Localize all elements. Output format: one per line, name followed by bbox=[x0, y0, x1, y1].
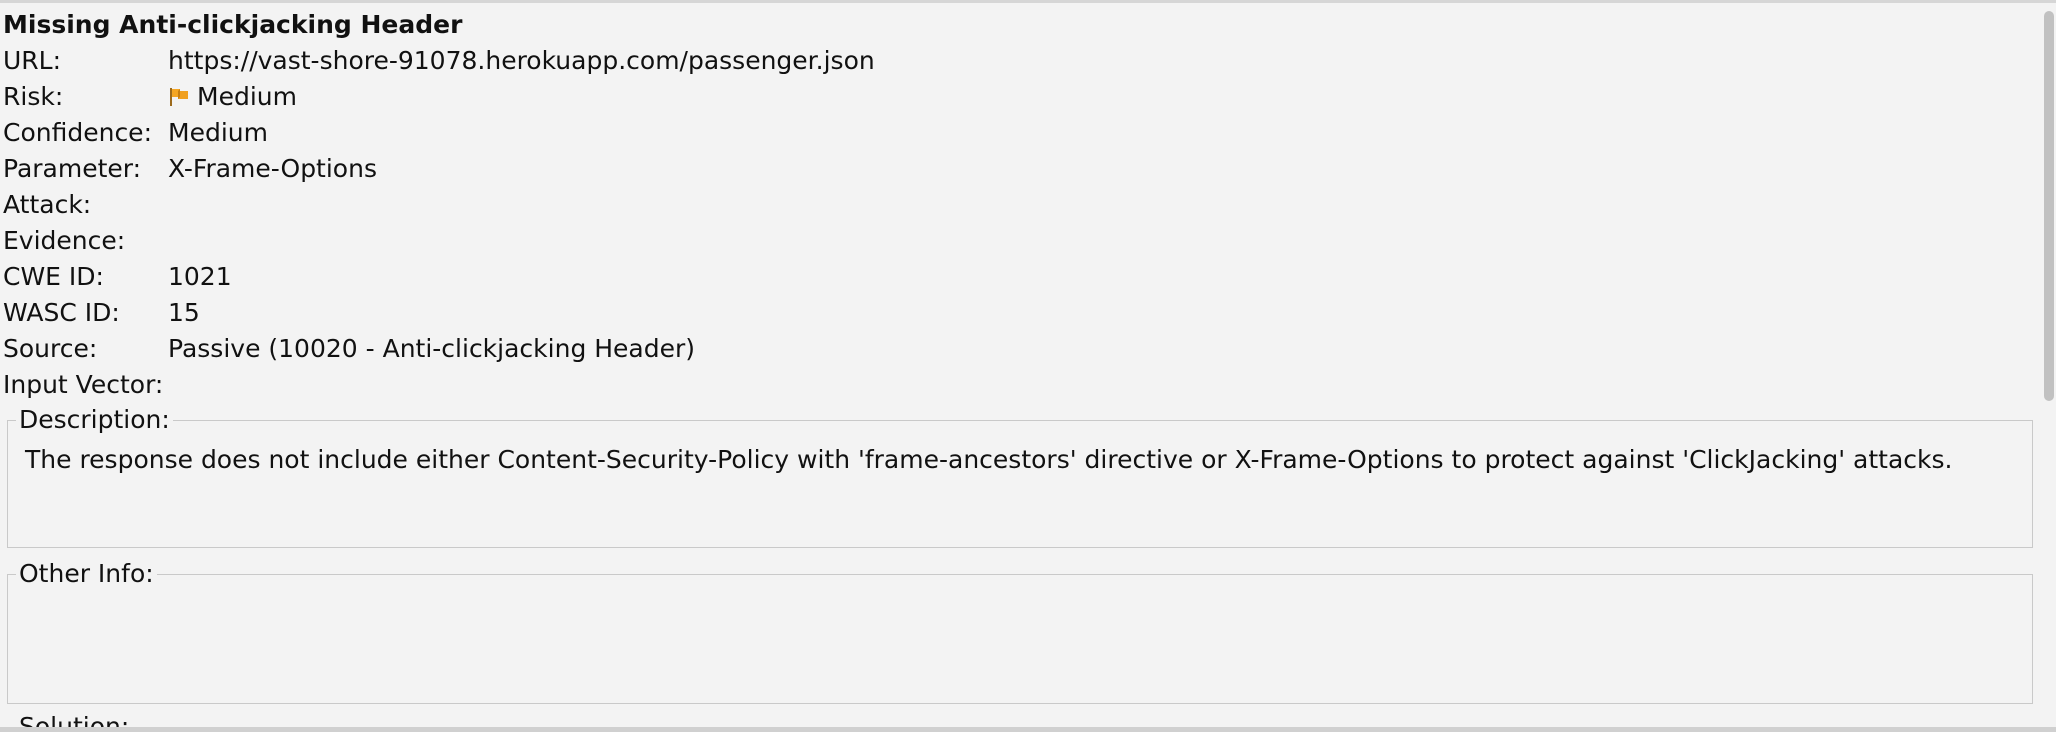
vertical-scrollbar[interactable] bbox=[2042, 3, 2056, 732]
confidence-label: Confidence: bbox=[3, 118, 152, 147]
risk-label: Risk: bbox=[3, 82, 64, 111]
description-text: The response does not include either Con… bbox=[25, 445, 1953, 474]
wasc-id-value[interactable]: 15 bbox=[168, 295, 200, 331]
attack-label: Attack: bbox=[3, 190, 92, 219]
description-label: Description: bbox=[16, 404, 173, 436]
description-box[interactable]: Description: The response does not inclu… bbox=[7, 404, 2033, 548]
other-info-box[interactable]: Other Info: bbox=[7, 558, 2033, 704]
input-vector-label: Input Vector: bbox=[3, 370, 164, 399]
risk-value-container: Medium bbox=[168, 79, 297, 115]
parameter-value: X-Frame-Options bbox=[168, 154, 377, 183]
parameter-label: Parameter: bbox=[3, 154, 142, 183]
cwe-id-label: CWE ID: bbox=[3, 262, 104, 291]
cwe-id-value[interactable]: 1021 bbox=[168, 259, 232, 295]
source-label: Source: bbox=[3, 334, 98, 363]
risk-value: Medium bbox=[197, 82, 297, 111]
url-label: URL: bbox=[3, 46, 62, 75]
source-value: Passive (10020 - Anti-clickjacking Heade… bbox=[168, 334, 696, 363]
other-info-label: Other Info: bbox=[16, 558, 157, 590]
url-value[interactable]: https://vast-shore-91078.herokuapp.com/p… bbox=[168, 43, 875, 79]
alert-title: Missing Anti-clickjacking Header bbox=[3, 10, 463, 39]
orange-flag-icon bbox=[170, 88, 188, 106]
evidence-label: Evidence: bbox=[3, 226, 126, 255]
scrollbar-thumb[interactable] bbox=[2044, 11, 2054, 401]
wasc-id-label: WASC ID: bbox=[3, 298, 120, 327]
bottom-border bbox=[0, 727, 2056, 732]
alert-details-panel: Missing Anti-clickjacking Header URL: ht… bbox=[0, 0, 2056, 732]
confidence-value: Medium bbox=[168, 118, 268, 147]
